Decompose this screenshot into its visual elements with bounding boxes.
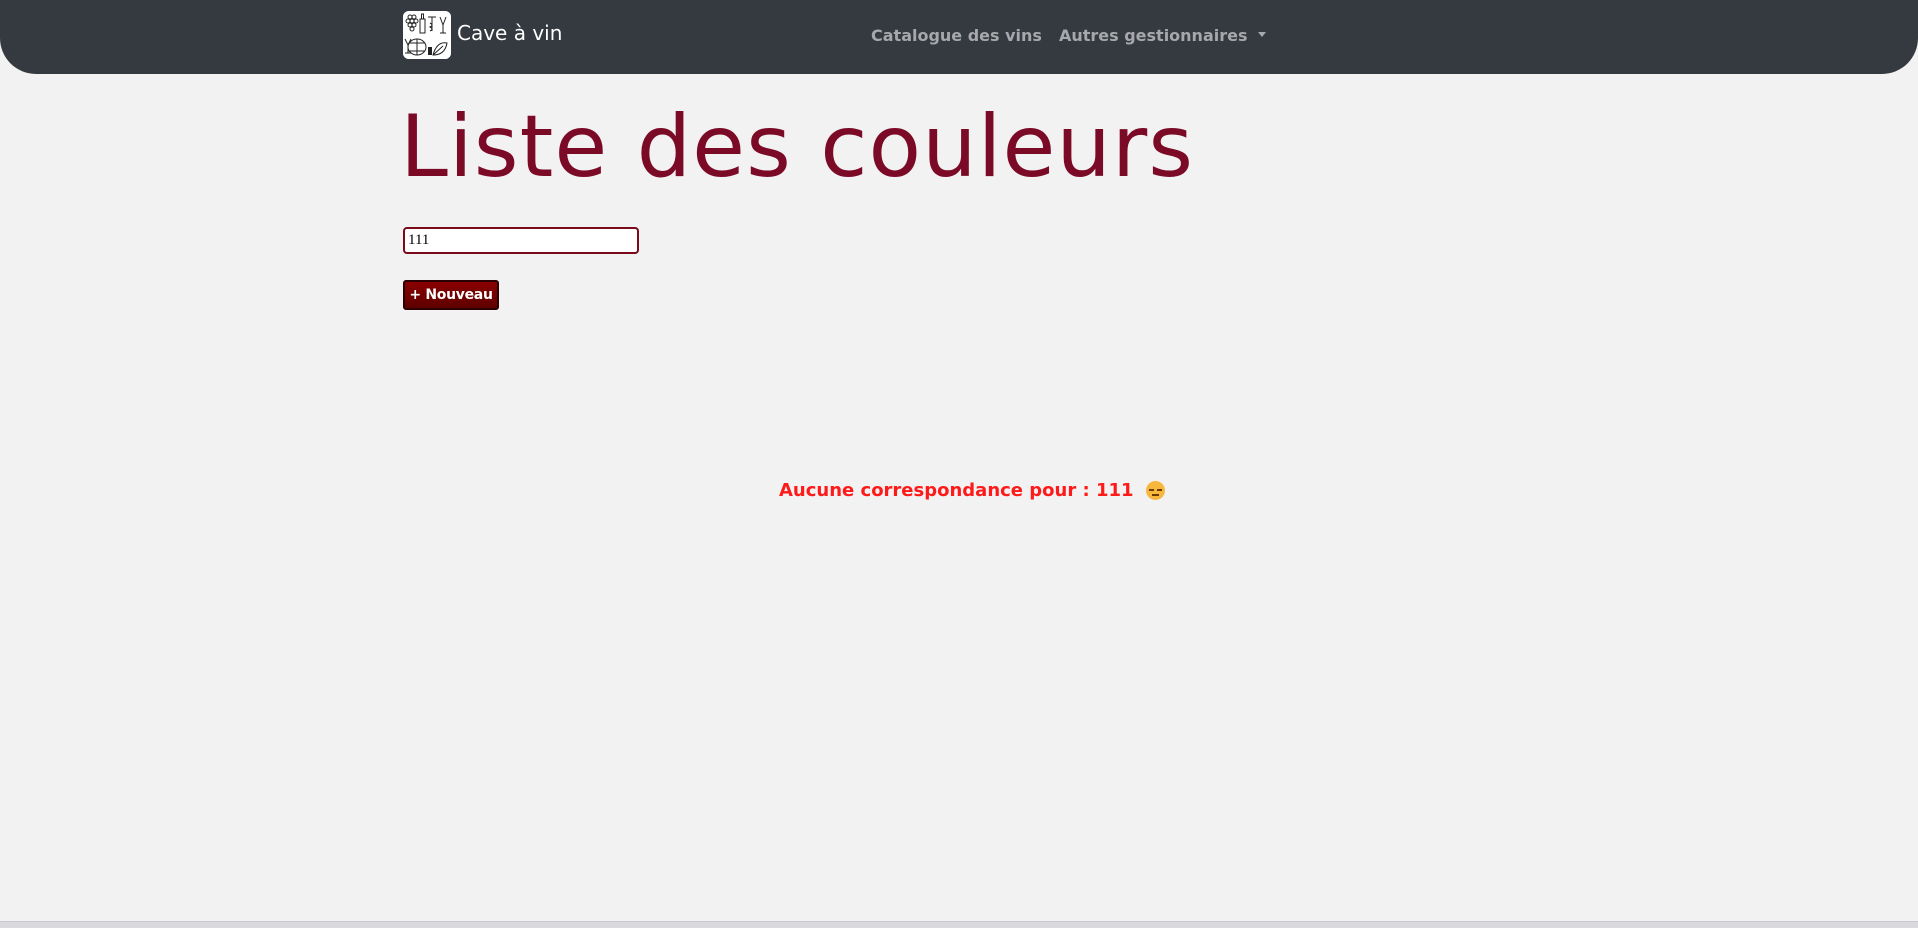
navbar: Cave à vin Catalogue des vins Autres ges… — [0, 0, 1918, 74]
nav-dropdown-label: Autres gestionnaires — [1058, 26, 1248, 45]
page-title: Liste des couleurs — [400, 97, 1195, 197]
no-results-text: Aucune correspondance pour : 111 — [779, 480, 1134, 501]
sad-face-icon — [1145, 481, 1165, 500]
cave-logo-icon — [403, 11, 451, 59]
brand-link[interactable]: Cave à vin — [403, 11, 562, 59]
search-input[interactable] — [403, 227, 639, 254]
main-nav: Catalogue des vins Autres gestionnaires — [871, 26, 1266, 45]
brand-title: Cave à vin — [457, 21, 563, 45]
dropdown-caret-icon — [1257, 32, 1266, 37]
nav-link-catalogue[interactable]: Catalogue des vins — [871, 26, 1042, 45]
no-results-message: Aucune correspondance pour : 111 — [779, 480, 1165, 501]
new-button[interactable]: + Nouveau — [403, 280, 499, 310]
nav-dropdown-gestionnaires[interactable]: Autres gestionnaires — [1059, 26, 1266, 45]
